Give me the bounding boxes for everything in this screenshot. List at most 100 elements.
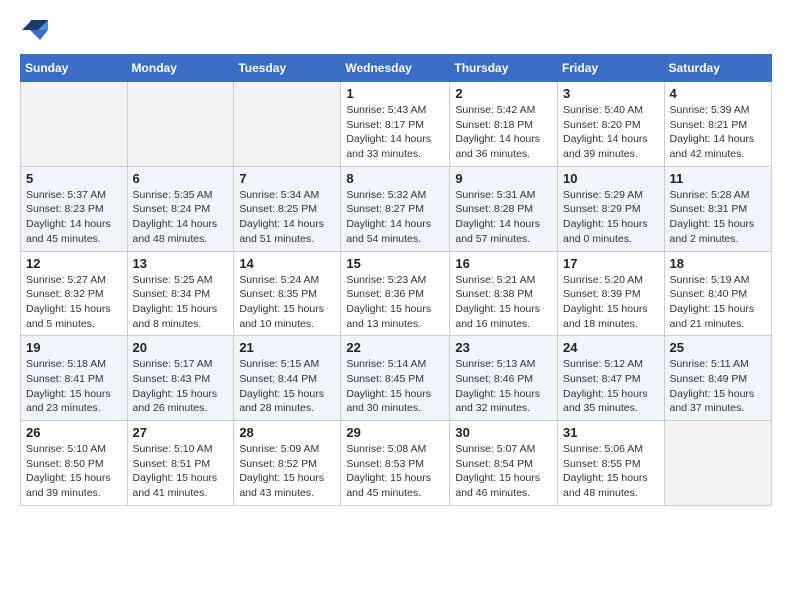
day-info: Sunrise: 5:07 AM Sunset: 8:54 PM Dayligh… (455, 442, 552, 501)
calendar-cell: 20Sunrise: 5:17 AM Sunset: 8:43 PM Dayli… (127, 336, 234, 421)
weekday-row: SundayMondayTuesdayWednesdayThursdayFrid… (21, 55, 772, 82)
calendar-cell (21, 82, 128, 167)
calendar-week-3: 12Sunrise: 5:27 AM Sunset: 8:32 PM Dayli… (21, 251, 772, 336)
calendar-cell: 13 Sunrise: 5:25 AM Sunset: 8:34 PM Dayli… (127, 251, 234, 336)
day-info: Sunrise: 5:29 AM Sunset: 8:29 PM Dayligh… (563, 188, 659, 247)
day-info: Sunrise: 5:35 AM Sunset: 8:24 PM Dayligh… (133, 188, 229, 247)
calendar-cell (234, 82, 341, 167)
calendar-body: 1 Sunrise: 5:43 AM Sunset: 8:17 PM Daylig… (21, 82, 772, 506)
day-info: Sunrise: 5:31 AM Sunset: 8:28 PM Dayligh… (455, 188, 552, 247)
day-number: 8 (346, 171, 444, 186)
day-number: 6 (133, 171, 229, 186)
day-info: Sunrise: 5:42 AM Sunset: 8:18 PM Dayligh… (455, 103, 552, 162)
calendar-cell: 4 Sunrise: 5:39 AM Sunset: 8:21 PM Daylig… (664, 82, 771, 167)
calendar-cell: 22 Sunrise: 5:14 AM Sunset: 8:45 PM Dayli… (341, 336, 450, 421)
calendar-cell (127, 82, 234, 167)
day-number: 31 (563, 425, 659, 440)
day-info: Sunrise: 5:10 AM Sunset: 8:51 PM Dayligh… (133, 442, 229, 501)
day-number: 7 (239, 171, 335, 186)
calendar-week-2: 5 Sunrise: 5:37 AM Sunset: 8:23 PM Daylig… (21, 166, 772, 251)
calendar-table: SundayMondayTuesdayWednesdayThursdayFrid… (20, 54, 772, 506)
day-number: 13 (133, 256, 229, 271)
calendar-header: SundayMondayTuesdayWednesdayThursdayFrid… (21, 55, 772, 82)
day-info: Sunrise: 5:19 AM Sunset: 8:40 PM Dayligh… (670, 273, 766, 332)
calendar-cell: 11 Sunrise: 5:28 AM Sunset: 8:31 PM Dayli… (664, 166, 771, 251)
calendar-cell: 8 Sunrise: 5:32 AM Sunset: 8:27 PM Daylig… (341, 166, 450, 251)
day-info: Sunrise: 5:14 AM Sunset: 8:45 PM Dayligh… (346, 357, 444, 416)
day-number: 11 (670, 171, 766, 186)
weekday-header-wednesday: Wednesday (341, 55, 450, 82)
day-info: Sunrise: 5:12 AM Sunset: 8:47 PM Dayligh… (563, 357, 659, 416)
weekday-header-thursday: Thursday (450, 55, 558, 82)
day-number: 15 (346, 256, 444, 271)
day-info: Sunrise: 5:13 AM Sunset: 8:46 PM Dayligh… (455, 357, 552, 416)
calendar-cell: 2Sunrise: 5:42 AM Sunset: 8:18 PM Daylig… (450, 82, 558, 167)
calendar-cell: 6 Sunrise: 5:35 AM Sunset: 8:24 PM Daylig… (127, 166, 234, 251)
day-info: Sunrise: 5:15 AM Sunset: 8:44 PM Dayligh… (239, 357, 335, 416)
calendar-cell: 26 Sunrise: 5:10 AM Sunset: 8:50 PM Dayli… (21, 421, 128, 506)
day-number: 20 (133, 340, 229, 355)
day-info: Sunrise: 5:18 AM Sunset: 8:41 PM Dayligh… (26, 357, 122, 416)
calendar-cell: 10 Sunrise: 5:29 AM Sunset: 8:29 PM Dayli… (558, 166, 665, 251)
header (20, 16, 772, 44)
calendar-cell: 23 Sunrise: 5:13 AM Sunset: 8:46 PM Dayli… (450, 336, 558, 421)
day-number: 22 (346, 340, 444, 355)
day-number: 24 (563, 340, 659, 355)
day-info: Sunrise: 5:40 AM Sunset: 8:20 PM Dayligh… (563, 103, 659, 162)
weekday-header-saturday: Saturday (664, 55, 771, 82)
calendar-cell: 28Sunrise: 5:09 AM Sunset: 8:52 PM Dayli… (234, 421, 341, 506)
day-info: Sunrise: 5:37 AM Sunset: 8:23 PM Dayligh… (26, 188, 122, 247)
calendar-week-5: 26 Sunrise: 5:10 AM Sunset: 8:50 PM Dayli… (21, 421, 772, 506)
day-number: 26 (26, 425, 122, 440)
calendar-cell: 30 Sunrise: 5:07 AM Sunset: 8:54 PM Dayli… (450, 421, 558, 506)
day-info: Sunrise: 5:25 AM Sunset: 8:34 PM Dayligh… (133, 273, 229, 332)
calendar-week-1: 1 Sunrise: 5:43 AM Sunset: 8:17 PM Daylig… (21, 82, 772, 167)
day-number: 21 (239, 340, 335, 355)
day-info: Sunrise: 5:28 AM Sunset: 8:31 PM Dayligh… (670, 188, 766, 247)
day-info: Sunrise: 5:43 AM Sunset: 8:17 PM Dayligh… (346, 103, 444, 162)
day-number: 27 (133, 425, 229, 440)
calendar-cell: 24 Sunrise: 5:12 AM Sunset: 8:47 PM Dayli… (558, 336, 665, 421)
calendar-cell: 15 Sunrise: 5:23 AM Sunset: 8:36 PM Dayli… (341, 251, 450, 336)
page: SundayMondayTuesdayWednesdayThursdayFrid… (0, 0, 792, 522)
calendar-cell: 18 Sunrise: 5:19 AM Sunset: 8:40 PM Dayli… (664, 251, 771, 336)
day-info: Sunrise: 5:34 AM Sunset: 8:25 PM Dayligh… (239, 188, 335, 247)
calendar-cell: 25 Sunrise: 5:11 AM Sunset: 8:49 PM Dayli… (664, 336, 771, 421)
calendar-cell: 16Sunrise: 5:21 AM Sunset: 8:38 PM Dayli… (450, 251, 558, 336)
day-number: 18 (670, 256, 766, 271)
calendar-cell: 1 Sunrise: 5:43 AM Sunset: 8:17 PM Daylig… (341, 82, 450, 167)
day-info: Sunrise: 5:09 AM Sunset: 8:52 PM Dayligh… (239, 442, 335, 501)
day-number: 25 (670, 340, 766, 355)
calendar-cell: 5 Sunrise: 5:37 AM Sunset: 8:23 PM Daylig… (21, 166, 128, 251)
calendar-cell: 3 Sunrise: 5:40 AM Sunset: 8:20 PM Daylig… (558, 82, 665, 167)
calendar-cell: 12Sunrise: 5:27 AM Sunset: 8:32 PM Dayli… (21, 251, 128, 336)
weekday-header-monday: Monday (127, 55, 234, 82)
calendar-cell: 31Sunrise: 5:06 AM Sunset: 8:55 PM Dayli… (558, 421, 665, 506)
day-info: Sunrise: 5:23 AM Sunset: 8:36 PM Dayligh… (346, 273, 444, 332)
day-number: 4 (670, 86, 766, 101)
day-number: 9 (455, 171, 552, 186)
day-number: 30 (455, 425, 552, 440)
day-info: Sunrise: 5:27 AM Sunset: 8:32 PM Dayligh… (26, 273, 122, 332)
day-info: Sunrise: 5:10 AM Sunset: 8:50 PM Dayligh… (26, 442, 122, 501)
day-info: Sunrise: 5:39 AM Sunset: 8:21 PM Dayligh… (670, 103, 766, 162)
weekday-header-tuesday: Tuesday (234, 55, 341, 82)
calendar-cell: 27 Sunrise: 5:10 AM Sunset: 8:51 PM Dayli… (127, 421, 234, 506)
day-number: 23 (455, 340, 552, 355)
calendar-cell: 19 Sunrise: 5:18 AM Sunset: 8:41 PM Dayli… (21, 336, 128, 421)
day-number: 3 (563, 86, 659, 101)
day-number: 19 (26, 340, 122, 355)
calendar-week-4: 19 Sunrise: 5:18 AM Sunset: 8:41 PM Dayli… (21, 336, 772, 421)
logo (20, 16, 52, 44)
calendar-cell (664, 421, 771, 506)
day-info: Sunrise: 5:24 AM Sunset: 8:35 PM Dayligh… (239, 273, 335, 332)
calendar-cell: 9 Sunrise: 5:31 AM Sunset: 8:28 PM Daylig… (450, 166, 558, 251)
day-info: Sunrise: 5:32 AM Sunset: 8:27 PM Dayligh… (346, 188, 444, 247)
day-info: Sunrise: 5:21 AM Sunset: 8:38 PM Dayligh… (455, 273, 552, 332)
calendar-cell: 17Sunrise: 5:20 AM Sunset: 8:39 PM Dayli… (558, 251, 665, 336)
day-number: 1 (346, 86, 444, 101)
day-number: 29 (346, 425, 444, 440)
day-number: 5 (26, 171, 122, 186)
day-info: Sunrise: 5:11 AM Sunset: 8:49 PM Dayligh… (670, 357, 766, 416)
day-number: 10 (563, 171, 659, 186)
